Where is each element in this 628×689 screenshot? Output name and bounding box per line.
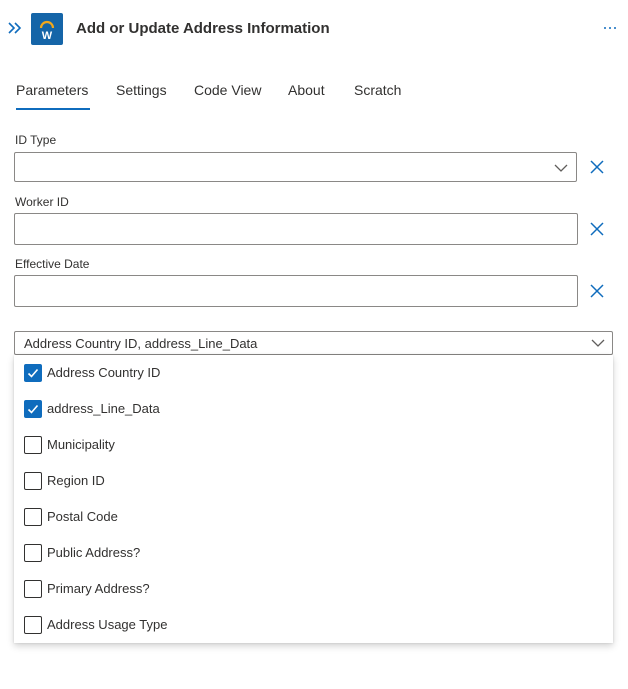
advanced-parameters-dropdown[interactable]: Address Country ID, address_Line_Data	[14, 331, 613, 355]
workday-logo: W	[31, 13, 63, 45]
worker-id-label: Worker ID	[15, 195, 69, 209]
checkmark-icon	[27, 404, 39, 414]
checkbox-unchecked[interactable]	[24, 616, 42, 634]
id-type-dropdown[interactable]	[14, 152, 577, 182]
clear-id-type-icon[interactable]	[588, 158, 606, 176]
option-address-usage-type[interactable]: Address Usage Type	[14, 607, 613, 643]
option-label: Address Country ID	[47, 365, 161, 380]
option-label: Municipality	[47, 437, 115, 452]
checkmark-icon	[27, 368, 39, 378]
ellipsis-icon[interactable]	[600, 18, 620, 38]
option-municipality[interactable]: Municipality	[14, 427, 613, 463]
checkbox-unchecked[interactable]	[24, 472, 42, 490]
effective-date-label: Effective Date	[15, 257, 90, 271]
checkbox-unchecked[interactable]	[24, 436, 42, 454]
double-chevron-right-icon[interactable]	[6, 19, 24, 37]
option-postal-code[interactable]: Postal Code	[14, 499, 613, 535]
logo-letter: W	[42, 30, 53, 42]
tab-scratch[interactable]: Scratch	[354, 82, 401, 98]
option-label: Postal Code	[47, 509, 118, 524]
option-label: Region ID	[47, 473, 105, 488]
id-type-label: ID Type	[15, 133, 57, 147]
clear-effective-date-icon[interactable]	[588, 282, 606, 300]
action-title: Add or Update Address Information	[76, 20, 330, 37]
option-public-address[interactable]: Public Address?	[14, 535, 613, 571]
checkbox-unchecked[interactable]	[24, 580, 42, 598]
chevron-down-icon	[591, 336, 605, 350]
tab-code-view[interactable]: Code View	[194, 82, 261, 98]
chevron-down-icon	[554, 161, 568, 175]
tab-settings[interactable]: Settings	[116, 82, 167, 98]
advanced-parameters-selected: Address Country ID, address_Line_Data	[24, 336, 258, 351]
checkbox-unchecked[interactable]	[24, 544, 42, 562]
option-label: Public Address?	[47, 545, 141, 560]
advanced-parameters-menu: Address Country ID address_Line_Data Mun…	[14, 355, 613, 643]
option-label: Address Usage Type	[47, 617, 168, 632]
option-label: address_Line_Data	[47, 401, 160, 416]
option-label: Primary Address?	[47, 581, 150, 596]
worker-id-input[interactable]	[14, 213, 578, 245]
checkbox-checked[interactable]	[24, 364, 42, 382]
tab-parameters[interactable]: Parameters	[16, 82, 91, 110]
checkbox-checked[interactable]	[24, 400, 42, 418]
clear-worker-id-icon[interactable]	[588, 220, 606, 238]
tab-about[interactable]: About	[288, 82, 325, 98]
effective-date-input[interactable]	[14, 275, 578, 307]
action-header: W Add or Update Address Information	[0, 0, 628, 60]
option-primary-address[interactable]: Primary Address?	[14, 571, 613, 607]
option-region-id[interactable]: Region ID	[14, 463, 613, 499]
option-address-line-data[interactable]: address_Line_Data	[14, 391, 613, 427]
option-address-country-id[interactable]: Address Country ID	[14, 355, 613, 391]
checkbox-unchecked[interactable]	[24, 508, 42, 526]
